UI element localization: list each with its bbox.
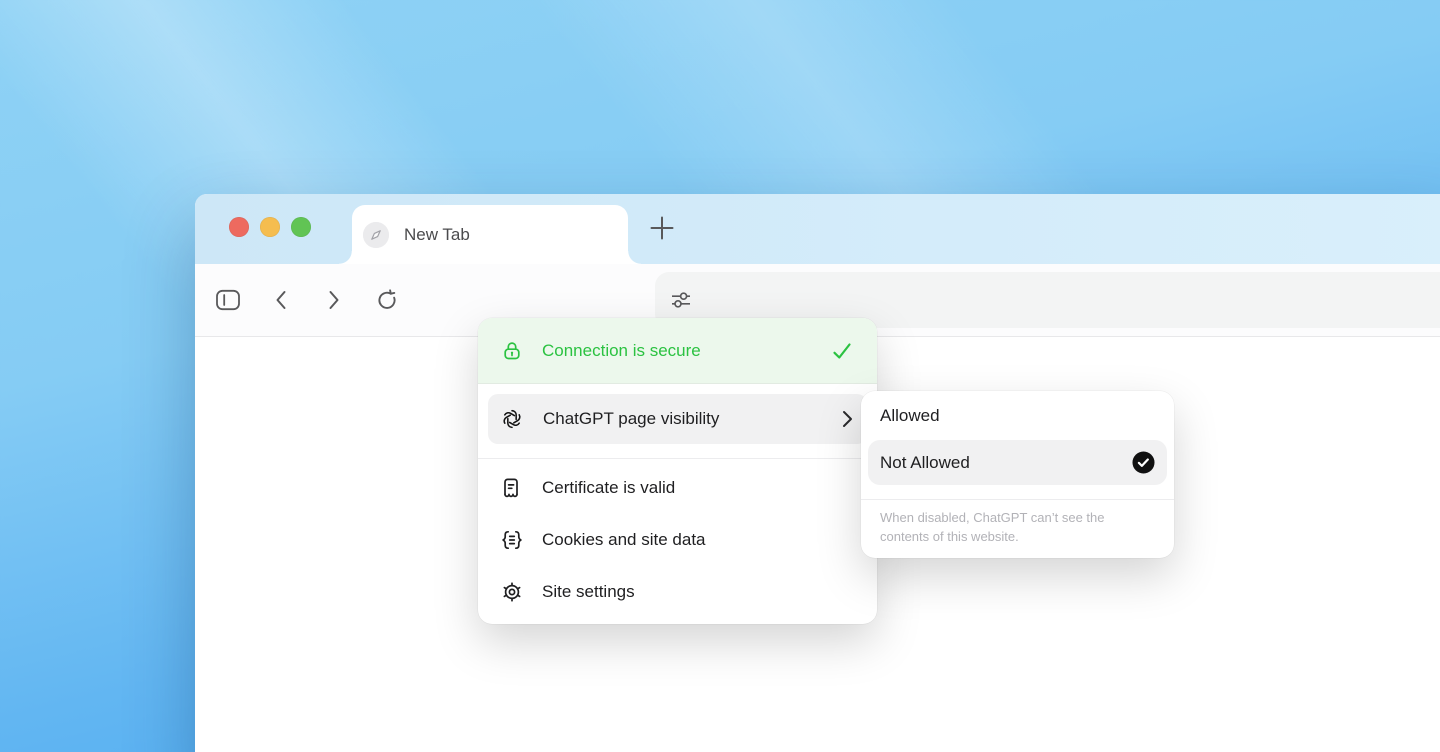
menu-item-site-settings[interactable]: Site settings: [478, 566, 877, 618]
cookies-braces-icon: [500, 528, 524, 552]
tab-new-tab[interactable]: New Tab: [352, 205, 628, 264]
option-label: Allowed: [880, 406, 940, 426]
back-icon: [273, 289, 289, 311]
chevron-right-icon: [842, 410, 853, 428]
reload-button[interactable]: [373, 286, 401, 314]
certificate-icon: [500, 476, 524, 500]
menu-item-cookies[interactable]: Cookies and site data: [478, 514, 877, 566]
menu-rows: Certificate is valid Cookies and site da…: [478, 459, 877, 624]
connection-secure-banner[interactable]: Connection is secure: [478, 318, 877, 384]
menu-item-certificate[interactable]: Certificate is valid: [478, 462, 877, 514]
zoom-window-button[interactable]: [291, 217, 311, 237]
plus-icon: [650, 216, 674, 240]
desktop: { "browser": { "tab_title": "New Tab", "…: [0, 0, 1440, 752]
menu-item-label: Site settings: [542, 582, 635, 602]
traffic-lights: [229, 217, 311, 237]
openai-logo-icon: [500, 407, 524, 431]
new-tab-button[interactable]: [650, 216, 674, 240]
option-allowed[interactable]: Allowed: [861, 391, 1174, 440]
tab-strip: New Tab: [195, 194, 1440, 264]
site-security-menu: Connection is secure ChatGPT page visibi…: [478, 318, 877, 624]
menu-item-label: Certificate is valid: [542, 478, 675, 498]
menu-item-label: ChatGPT page visibility: [543, 409, 719, 429]
tab-title: New Tab: [404, 225, 470, 245]
toggle-sidebar-button[interactable]: [214, 286, 242, 314]
site-settings-menu-button[interactable]: [667, 286, 695, 314]
gear-icon: [500, 580, 524, 604]
menu-item-label: Cookies and site data: [542, 530, 706, 550]
connection-secure-label: Connection is secure: [542, 341, 701, 361]
compass-favicon-icon: [363, 222, 389, 248]
reload-icon: [375, 288, 399, 312]
back-button[interactable]: [267, 286, 295, 314]
menu-item-chatgpt-page-visibility[interactable]: ChatGPT page visibility: [488, 394, 867, 444]
tune-icon: [669, 290, 693, 310]
submenu-footnote: When disabled, ChatGPT can’t see the con…: [861, 500, 1174, 558]
lock-icon: [500, 339, 524, 363]
minimize-window-button[interactable]: [260, 217, 280, 237]
page-visibility-submenu: Allowed Not Allowed When disabled, ChatG…: [861, 391, 1174, 558]
selected-check-icon: [1132, 451, 1155, 474]
option-not-allowed[interactable]: Not Allowed: [868, 440, 1167, 485]
close-window-button[interactable]: [229, 217, 249, 237]
checkmark-icon: [831, 340, 853, 362]
forward-icon: [326, 289, 342, 311]
forward-button[interactable]: [320, 286, 348, 314]
sidebar-icon: [215, 288, 241, 312]
option-label: Not Allowed: [880, 453, 970, 473]
